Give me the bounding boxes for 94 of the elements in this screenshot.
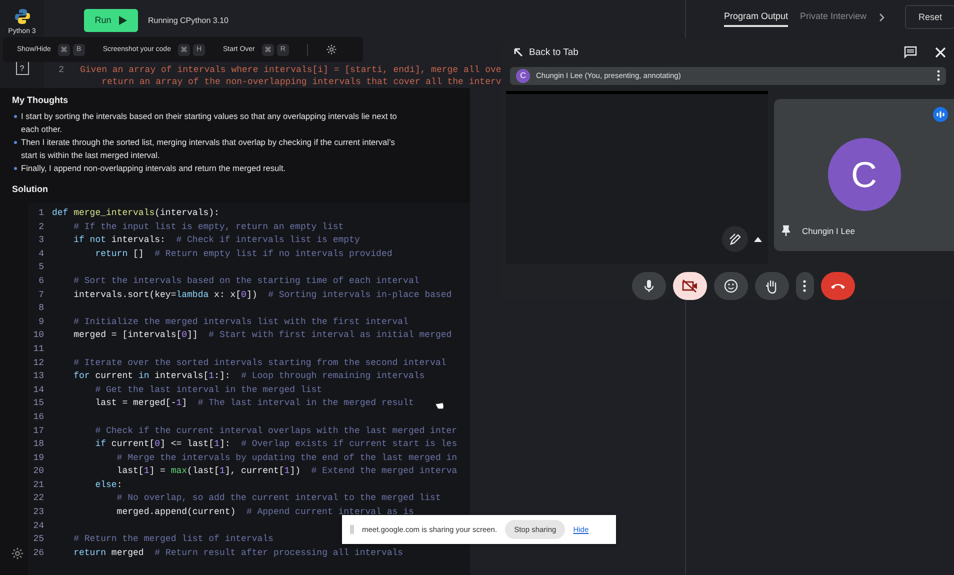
- line-number: 4: [38, 248, 45, 261]
- chevron-right-icon[interactable]: [878, 12, 885, 22]
- line-number: 6: [38, 274, 45, 288]
- note-text: Then I iterate through the sorted list, merging intervals that overlap by checking if the current interval’s start is within the last merged interval.: [21, 136, 396, 162]
- microphone-icon: [642, 279, 654, 293]
- annotate-button[interactable]: [722, 226, 748, 252]
- hand-cursor-icon: [434, 398, 445, 410]
- line-number: 15: [32, 397, 45, 410]
- line-number: 18: [32, 438, 45, 452]
- line-number: 12: [32, 356, 45, 370]
- back-to-tab-button[interactable]: Back to Tab: [514, 46, 578, 58]
- line-number: 7: [38, 288, 45, 302]
- line-number: 16: [32, 410, 45, 424]
- smiley-icon: [724, 279, 738, 293]
- line-number: 8: [38, 302, 45, 316]
- code-line: def merge_intervals(intervals):: [52, 207, 220, 220]
- bullet-icon: [14, 167, 17, 170]
- code-line: last[1] = max(last[1], current[1]) # Extend the merged interva: [116, 465, 458, 478]
- caret-up-icon[interactable]: [754, 236, 762, 242]
- bullet-icon: [14, 115, 17, 118]
- microphone-button[interactable]: [632, 272, 666, 300]
- code-line: return [] # Return empty list if no intervals provided: [94, 248, 392, 261]
- line-number: 17: [32, 424, 45, 438]
- code-line: else:: [94, 478, 122, 492]
- runtime-label: Running CPython 3.10: [148, 16, 228, 24]
- code-line: # Return the merged list of intervals: [72, 533, 274, 546]
- camera-off-icon: [682, 279, 698, 293]
- line-number: 20: [32, 465, 45, 478]
- line-number: 22: [32, 492, 45, 506]
- code-line: # If the input list is empty, return an empty list: [72, 220, 344, 234]
- code-line: Given an array of intervals where intervals[i] = [starti, endi], merge all ove: [80, 64, 502, 76]
- python-logo-icon: [14, 8, 30, 25]
- run-button[interactable]: Run: [84, 8, 138, 32]
- line-number: 14: [32, 384, 45, 397]
- camera-button[interactable]: [672, 272, 706, 300]
- close-icon[interactable]: [935, 46, 946, 58]
- code-line: # Check if the current interval overlaps with the last merged inter: [94, 424, 458, 438]
- line-number: 9: [38, 316, 45, 329]
- line-number: 23: [32, 506, 45, 520]
- line-number: 10: [32, 329, 45, 342]
- solution-title: Solution: [12, 183, 49, 195]
- arrow-icon: [514, 48, 523, 57]
- code-line: for current in intervals[1:]: # Loop through remaining intervals: [72, 370, 425, 384]
- hang-up-button[interactable]: [820, 272, 854, 300]
- note-text: I start by sorting the intervals based on their starting values so that any overlapping intervals lie next to each other.: [21, 110, 398, 136]
- more-options-icon[interactable]: [937, 70, 940, 82]
- code-line: last = merged[-1] # The last interval in the merged result: [94, 397, 414, 410]
- code-line: return an array of the non-overlapping intervals that cover all the interv: [100, 76, 502, 88]
- panel-tab[interactable]: Program Output: [724, 7, 788, 27]
- line-number: 2: [38, 220, 45, 234]
- code-line: return merged # Return result after processing all intervals: [72, 546, 404, 560]
- line-number: 24: [32, 520, 45, 533]
- code-line: # Sort the intervals based on the starting time of each interval: [72, 274, 420, 288]
- notes-title: My Thoughts: [12, 94, 69, 106]
- code-line: # Initialize the merged intervals list with the first interval: [72, 316, 408, 329]
- line-number: 11: [32, 342, 45, 356]
- reset-button[interactable]: Reset: [905, 5, 954, 29]
- participant-name: Chungin I Lee: [802, 226, 855, 236]
- bullet-icon: [14, 141, 17, 144]
- code-line: intervals.sort(key=lambda x: x[0]) # Sorting intervals in-place based: [72, 288, 452, 302]
- raise-hand-button[interactable]: [754, 272, 788, 300]
- line-number: 1: [38, 207, 45, 220]
- line-number: 25: [32, 533, 45, 546]
- line-number: 5: [38, 261, 45, 274]
- code-line: # Iterate over the sorted intervals starting from the second interval: [72, 356, 446, 370]
- line-number: 2: [58, 64, 65, 76]
- code-line: # No overlap, so add the current interval to the merged list: [116, 492, 441, 506]
- pen-icon: [728, 232, 742, 246]
- code-line: # Merge the intervals by updating the end of the last merged in: [116, 452, 458, 465]
- code-line: if current[0] <= last[1]: # Overlap exists if current start is les: [94, 438, 458, 452]
- pin-icon[interactable]: [782, 225, 790, 236]
- line-number: 13: [32, 370, 45, 384]
- panel-tab[interactable]: Private Interview: [800, 7, 867, 27]
- play-icon: [119, 16, 128, 24]
- avatar: C: [516, 68, 530, 83]
- code-line: if not intervals: # Check if intervals list is empty: [72, 234, 360, 248]
- code-line: merged = [intervals[0]] # Start with first interval as initial merged: [72, 329, 452, 342]
- more-vertical-icon: [803, 280, 806, 292]
- phone-icon: [830, 282, 846, 290]
- settings-icon[interactable]: [326, 44, 337, 55]
- note-text: Finally, I append non-overlapping intervals and return the merged result.: [21, 162, 286, 175]
- chat-icon[interactable]: [904, 46, 917, 59]
- code-line: # Get the last interval in the merged list: [94, 384, 322, 397]
- line-number: 26: [32, 546, 45, 560]
- line-number: 19: [32, 452, 45, 465]
- emoji-button[interactable]: [714, 272, 748, 300]
- drag-handle-icon[interactable]: [350, 525, 354, 534]
- settings-icon[interactable]: [11, 547, 24, 560]
- code-line: merged.append(current) # Append current interval as is: [116, 506, 414, 520]
- more-options-button[interactable]: [796, 272, 814, 300]
- line-number: 21: [32, 478, 45, 492]
- line-number: 3: [38, 234, 45, 248]
- avatar: C: [828, 138, 900, 211]
- hand-icon: [764, 278, 778, 294]
